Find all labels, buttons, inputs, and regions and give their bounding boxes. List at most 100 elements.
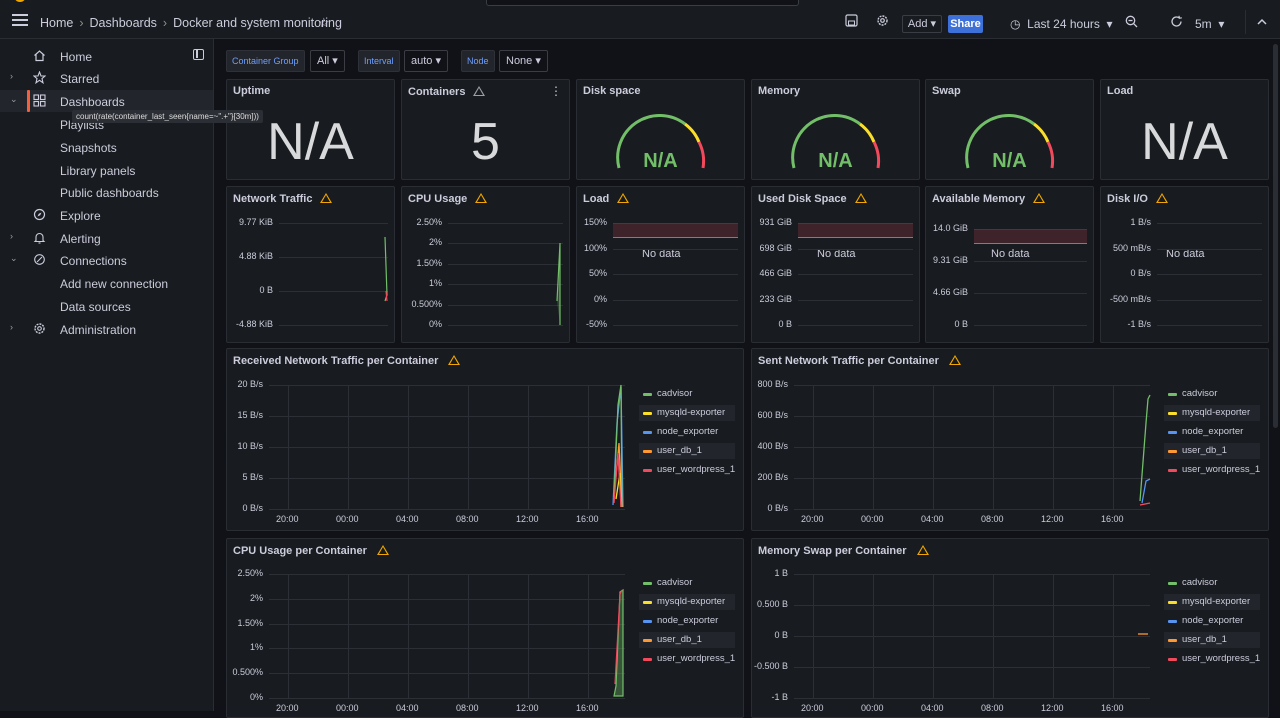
panel-load[interactable]: Load No data 150% 100% 50% 0% -50% <box>576 186 745 343</box>
legend-item[interactable]: mysqld-exporter <box>1164 594 1260 610</box>
legend-item[interactable]: user_wordpress_1 <box>1164 462 1260 478</box>
warning-icon[interactable] <box>475 193 488 203</box>
legend-item[interactable]: mysqld-exporter <box>1164 405 1260 421</box>
panel-used-disk-space[interactable]: Used Disk Space No data 931 GiB 698 GiB 46… <box>751 186 920 343</box>
grid-line <box>974 261 1087 262</box>
chevron-right-icon[interactable]: › <box>10 322 13 332</box>
chevron-down-icon[interactable]: ⌄ <box>10 253 18 264</box>
chevron-right-icon[interactable]: › <box>10 231 13 241</box>
legend-item[interactable]: mysqld-exporter <box>639 594 735 610</box>
panel-received-network-traffic[interactable]: Received Network Traffic per Container 2… <box>226 348 744 531</box>
scrollbar[interactable] <box>1273 44 1278 428</box>
star-icon[interactable]: ☆ <box>318 15 330 31</box>
sidebar-item-home[interactable]: Home <box>0 45 213 67</box>
panel-uptime[interactable]: Uptime N/A <box>226 79 395 180</box>
legend-item[interactable]: node_exporter <box>1164 613 1260 629</box>
grid-line <box>448 284 563 286</box>
legend-item[interactable]: mysqld-exporter <box>639 405 735 421</box>
y-axis-tick-label: -0.500 B <box>753 661 788 671</box>
sidebar-item-public-dashboards[interactable]: Public dashboards <box>0 181 213 203</box>
legend-item[interactable]: user_wordpress_1 <box>639 462 735 478</box>
warning-icon[interactable] <box>854 193 867 203</box>
legend-swatch <box>643 431 652 434</box>
x-axis-tick-label: 12:00 <box>1041 703 1064 713</box>
y-axis-tick-label: 931 GiB <box>759 217 792 227</box>
share-button[interactable]: Share <box>948 15 983 33</box>
grid-line <box>269 623 625 625</box>
sidebar-item-administration[interactable]: › Administration <box>0 318 213 340</box>
zoom-out-icon[interactable] <box>1125 15 1138 31</box>
panel-disk-space[interactable]: Disk space N/A <box>576 79 745 180</box>
warning-icon[interactable] <box>617 193 630 203</box>
warning-icon[interactable] <box>916 545 929 555</box>
sidebar-item-explore[interactable]: Explore <box>0 204 213 226</box>
panel-menu-icon[interactable]: ⋮ <box>549 84 563 98</box>
sidebar-item-starred[interactable]: › Starred <box>0 67 213 89</box>
legend-item[interactable]: user_db_1 <box>639 632 735 648</box>
warning-icon[interactable] <box>320 193 333 203</box>
legend-item[interactable]: node_exporter <box>639 613 735 629</box>
search-input[interactable] <box>486 0 799 6</box>
y-axis-tick-label: 4.66 GiB <box>932 287 968 297</box>
sidebar-item-connections[interactable]: ⌄ Connections <box>0 249 213 271</box>
sidebar-item-library-panels[interactable]: Library panels <box>0 159 213 181</box>
panel-disk-io[interactable]: Disk I/O No data 1 B/s 500 mB/s 0 B/s -500 … <box>1100 186 1269 343</box>
warning-icon[interactable] <box>1155 193 1168 203</box>
breadcrumb-dashboards[interactable]: Dashboards <box>90 16 157 30</box>
legend-swatch <box>1168 450 1177 453</box>
chevron-down-icon[interactable]: ⌄ <box>10 94 18 105</box>
sidebar-item-data-sources[interactable]: Data sources <box>0 295 213 317</box>
sidebar-item-alerting[interactable]: › Alerting <box>0 227 213 249</box>
add-button[interactable]: Add ▾ <box>902 15 942 33</box>
settings-gear-icon[interactable] <box>876 14 889 30</box>
panel-sent-network-traffic[interactable]: Sent Network Traffic per Container 800 B… <box>751 348 1269 531</box>
collapse-chevron-up-icon[interactable] <box>1256 15 1268 30</box>
legend-item[interactable]: cadvisor <box>1164 386 1260 402</box>
legend-item[interactable]: node_exporter <box>639 424 735 440</box>
variable-select-interval[interactable]: auto ▾ <box>404 50 448 72</box>
grid-line <box>269 447 625 448</box>
panel-memory[interactable]: Memory N/A <box>751 79 920 180</box>
variable-select-container-group[interactable]: All ▾ <box>310 50 345 72</box>
warning-icon[interactable] <box>1033 193 1046 203</box>
legend-item[interactable]: user_db_1 <box>1164 443 1260 459</box>
sidebar-item-dashboards[interactable]: ⌄ Dashboards <box>0 90 213 112</box>
legend-item[interactable]: user_db_1 <box>1164 632 1260 648</box>
warning-icon[interactable] <box>948 355 961 365</box>
y-axis-tick-label: 1 B/s <box>1130 217 1151 227</box>
legend-item[interactable]: user_wordpress_1 <box>639 651 735 667</box>
sidebar-item-add-new-connection[interactable]: Add new connection <box>0 272 213 294</box>
panel-swap[interactable]: Swap N/A <box>925 79 1094 180</box>
grid-line <box>794 574 1150 575</box>
variable-label-interval: Interval <box>358 50 400 72</box>
legend-item[interactable]: cadvisor <box>639 386 735 402</box>
variable-select-node[interactable]: None ▾ <box>499 50 548 72</box>
legend-item[interactable]: user_wordpress_1 <box>1164 651 1260 667</box>
panel-cpu-usage-per-container[interactable]: CPU Usage per Container 2.50% 2% 1.50% 1% 0.… <box>226 538 744 718</box>
warning-icon[interactable] <box>473 86 486 96</box>
refresh-icon[interactable] <box>1170 15 1183 31</box>
panel-containers[interactable]: Containers ⋮ 5 <box>401 79 570 180</box>
chevron-right-icon[interactable]: › <box>10 71 13 81</box>
warning-icon[interactable] <box>376 545 389 555</box>
grafana-logo[interactable] <box>14 0 26 2</box>
grid-line <box>794 385 1150 386</box>
sidebar-item-snapshots[interactable]: Snapshots <box>0 136 213 158</box>
panel-load-stat[interactable]: Load N/A <box>1100 79 1269 180</box>
panel-available-memory[interactable]: Available Memory No data 14.0 GiB 9.31 Gi… <box>925 186 1094 343</box>
panel-network-traffic[interactable]: Network Traffic 9.77 KiB 4.88 KiB 0 B -4.88… <box>226 186 395 343</box>
legend-item[interactable]: cadvisor <box>639 575 735 591</box>
panel-cpu-usage[interactable]: CPU Usage 2.50% 2% 1.50% 1% 0.500% 0% <box>401 186 570 343</box>
panel-title: Disk I/O <box>1107 192 1168 205</box>
menu-toggle-icon[interactable] <box>12 14 28 26</box>
legend-item[interactable]: user_db_1 <box>639 443 735 459</box>
legend-label: node_exporter <box>1182 426 1244 437</box>
legend-item[interactable]: cadvisor <box>1164 575 1260 591</box>
panel-memory-swap-per-container[interactable]: Memory Swap per Container 1 B 0.500 B 0 B -… <box>751 538 1269 718</box>
save-icon[interactable] <box>845 14 858 30</box>
refresh-interval-picker[interactable]: 5m ▾ <box>1195 17 1224 31</box>
legend-item[interactable]: node_exporter <box>1164 424 1260 440</box>
breadcrumb-home[interactable]: Home <box>40 16 73 30</box>
warning-icon[interactable] <box>448 355 461 365</box>
time-range-picker[interactable]: ◷ Last 24 hours ▾ <box>1010 17 1113 31</box>
